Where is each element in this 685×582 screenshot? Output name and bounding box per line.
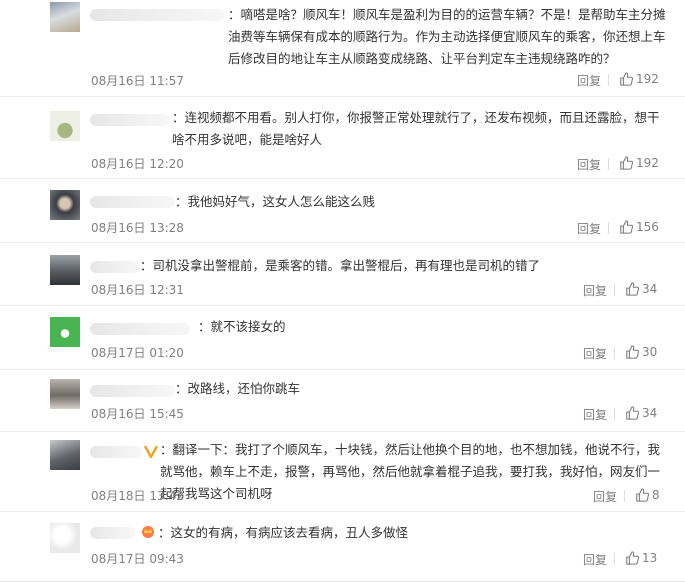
like-count: 13 (642, 551, 658, 565)
like-count: 8 (652, 488, 660, 502)
reply-button[interactable]: 回复 (583, 551, 607, 568)
comment-item: ：就不该接女的 08月17日 01:20 回复 30 (0, 306, 685, 370)
comment-text: ：就不该接女的 (198, 319, 286, 334)
username-blurred[interactable] (90, 385, 175, 397)
username-blurred[interactable] (90, 9, 225, 21)
thumbs-up-icon (626, 345, 639, 359)
avatar[interactable] (50, 440, 80, 470)
thumbs-up-icon (636, 488, 649, 502)
reply-button[interactable]: 回复 (577, 156, 601, 173)
avatar[interactable] (50, 111, 80, 141)
username-blurred[interactable] (90, 196, 175, 208)
comment-time: 08月16日 12:31 (91, 283, 184, 297)
comment-time: 08月16日 15:45 (91, 407, 184, 421)
divider (614, 408, 615, 420)
like-button[interactable]: 30 (625, 345, 657, 359)
username-blurred[interactable] (90, 114, 170, 126)
like-button[interactable]: 192 (619, 156, 659, 170)
like-button[interactable]: 34 (625, 406, 657, 420)
thumbs-up-icon (626, 406, 639, 420)
comment-time: 08月16日 13:28 (91, 221, 184, 235)
thumbs-up-icon (620, 220, 633, 234)
thumbs-up-icon (626, 282, 639, 296)
thumbs-up-icon (620, 72, 633, 86)
like-button[interactable]: 13 (625, 551, 657, 565)
username-blurred[interactable] (90, 261, 140, 273)
thumbs-up-icon (626, 551, 639, 565)
divider (614, 347, 615, 359)
like-count: 192 (636, 72, 659, 86)
comment-time: 08月17日 09:43 (91, 552, 184, 566)
like-button[interactable]: 8 (635, 488, 660, 502)
avatar[interactable] (50, 255, 80, 285)
username-blurred[interactable] (90, 446, 142, 458)
avatar[interactable] (50, 317, 80, 347)
like-count: 34 (642, 282, 658, 296)
like-count: 30 (642, 345, 658, 359)
divider (608, 158, 609, 170)
divider (608, 74, 609, 86)
comment-text: ：嘀嗒是啥？顺风车！顺风车是盈利为目的的运营车辆？不是！是帮助车主分摊油费等车辆… (228, 7, 666, 66)
username-blurred[interactable] (90, 527, 135, 539)
comment-time: 08月18日 13:42 (91, 489, 184, 503)
avatar[interactable] (50, 379, 80, 409)
comment-text: ：这女的有病，有病应该去看病，丑人多做怪 (158, 525, 409, 540)
comment-time: 08月16日 12:20 (91, 157, 184, 171)
reply-button[interactable]: 回复 (577, 72, 601, 89)
like-button[interactable]: 156 (619, 220, 659, 234)
comment-text: ：连视频都不用看。别人打你，你报警正常处理就行了，还发布视频，而且还露脸，想干啥… (172, 110, 660, 147)
comment-time: 08月16日 11:57 (91, 74, 184, 88)
reply-button[interactable]: 回复 (583, 345, 607, 362)
like-count: 156 (636, 220, 659, 234)
like-button[interactable]: 192 (619, 72, 659, 86)
comment-item: ：连视频都不用看。别人打你，你报警正常处理就行了，还发布视频，而且还露脸，想干啥… (0, 97, 685, 179)
avatar[interactable] (50, 523, 80, 553)
reply-button[interactable]: 回复 (593, 488, 617, 505)
comment-text: ：我他妈好气，这女人怎么能这么贱 (175, 194, 376, 209)
reply-button[interactable]: 回复 (577, 220, 601, 237)
comment-item: ：翻译一下：我打了个顺风车，十块钱，然后让他换个目的地，也不想加钱，他说不行，我… (0, 432, 685, 512)
like-count: 192 (636, 156, 659, 170)
username-blurred[interactable] (90, 323, 190, 335)
like-button[interactable]: 34 (625, 282, 657, 296)
divider (614, 553, 615, 565)
divider (608, 222, 609, 234)
divider (624, 490, 625, 502)
avatar[interactable] (50, 190, 80, 220)
like-count: 34 (642, 406, 658, 420)
comment-item: ：这女的有病，有病应该去看病，丑人多做怪 08月17日 09:43 回复 13 (0, 512, 685, 582)
reply-button[interactable]: 回复 (583, 406, 607, 423)
comment-item: ：司机没拿出警棍前，是乘客的错。拿出警棍后，再有理也是司机的错了 08月16日 … (0, 243, 685, 306)
comment-item: ：我他妈好气，这女人怎么能这么贱 08月16日 13:28 回复 156 (0, 179, 685, 243)
avatar[interactable] (50, 2, 80, 32)
comment-time: 08月17日 01:20 (91, 346, 184, 360)
verified-v-icon[interactable] (144, 445, 158, 459)
thumbs-up-icon (620, 156, 633, 170)
comment-item: ：改路线，还怕你跳车 08月16日 15:45 回复 34 (0, 370, 685, 432)
reply-button[interactable]: 回复 (583, 282, 607, 299)
divider (614, 284, 615, 296)
comment-item: ：嘀嗒是啥？顺风车！顺风车是盈利为目的的运营车辆？不是！是帮助车主分摊油费等车辆… (0, 0, 685, 97)
vip-crown-icon[interactable] (140, 524, 156, 538)
comment-text: ：司机没拿出警棍前，是乘客的错。拿出警棍后，再有理也是司机的错了 (140, 258, 541, 273)
comment-text: ：改路线，还怕你跳车 (175, 381, 301, 396)
